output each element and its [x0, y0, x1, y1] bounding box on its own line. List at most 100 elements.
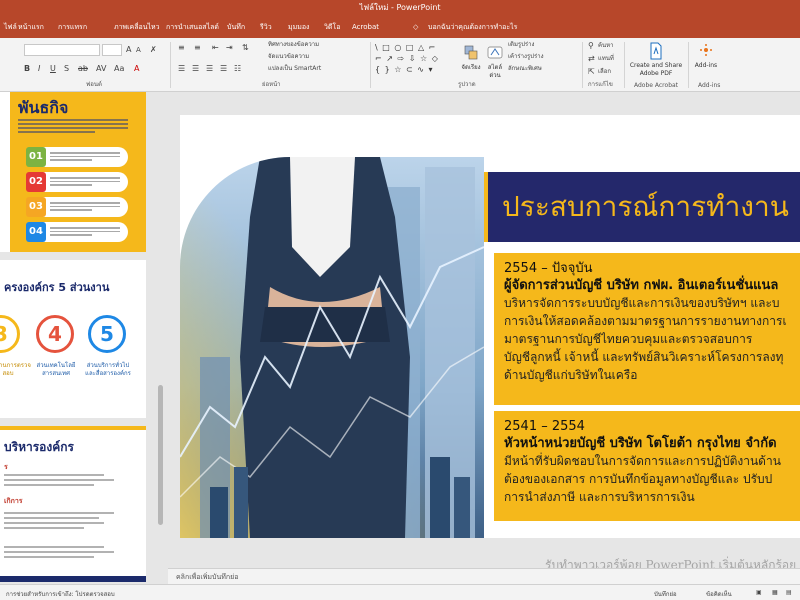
entry-desc-line: มีหน้าที่รับผิดชอบในการจัดการและการปฏิบั… [504, 454, 781, 468]
find-button[interactable]: ค้นหา [598, 42, 613, 50]
slide-heading[interactable]: ประสบการณ์การทำงาน [502, 185, 789, 229]
align-right-icon[interactable]: ☰ [206, 64, 213, 74]
replace-icon[interactable]: ⇄ [588, 54, 595, 64]
tab-insert[interactable]: การแทรก [58, 20, 87, 34]
arrange-icon [464, 45, 478, 60]
create-pdf-button[interactable]: Create and Share Adobe PDF [628, 42, 684, 78]
italic-icon[interactable]: I [38, 64, 40, 74]
thumb1-number: 03 [26, 197, 46, 217]
thumb3-line [4, 522, 104, 524]
arrange-button[interactable]: จัดเรียง [458, 44, 484, 72]
thumb3-line [4, 546, 104, 548]
heading-accent [484, 172, 488, 242]
quick-styles-button[interactable]: สไตล์ด่วน [484, 44, 506, 80]
divider [624, 42, 625, 88]
experience-box-2[interactable]: 2541 – 2554 หัวหน้าหน่วยบัญชี บริษัท โตโ… [494, 411, 800, 521]
drawing-group-label: รูปวาด [458, 81, 476, 88]
font-name-box[interactable] [24, 44, 100, 56]
thumb3-line [4, 556, 94, 558]
spacing-icon[interactable]: AV [96, 64, 106, 74]
numbering-icon[interactable]: ≡ [194, 43, 201, 53]
select-button[interactable]: เลือก [598, 68, 611, 76]
accessibility-status[interactable]: การช่วยสำหรับการเข้าถึง: โปรดตรวจสอบ [6, 589, 115, 599]
shapes-gallery[interactable]: \ □ ○ □ △ ⌐ ⌐ ↗ ⇨ ⇩ ☆ ◇{ } ☆ ⊂ ∿ ▾ [375, 42, 455, 76]
thumb3-line [4, 512, 114, 514]
tab-video[interactable]: วิดีโอ [324, 20, 340, 34]
find-icon[interactable]: ⚲ [588, 41, 594, 51]
entry-desc-line: มาตรฐานการบัญชีไทยควบคุมและตรวจสอบการ [504, 332, 753, 346]
tab-review[interactable]: รีวิว [260, 20, 272, 34]
addins-button[interactable]: Add-ins [692, 42, 720, 70]
slide-thumbnail-2[interactable]: ครงองค์กร 5 ส่วนงาน 3 4 5 ส่วนงานการตรวจ… [0, 260, 146, 418]
quick-styles-label: สไตล์ด่วน [487, 64, 503, 79]
reading-view-icon[interactable]: ▤ [786, 589, 792, 596]
shape-fill-button[interactable]: เติมรูปร่าง [508, 41, 534, 49]
decrease-indent-icon[interactable]: ⇤ [212, 43, 219, 53]
columns-icon[interactable]: ☷ [234, 64, 241, 74]
thumb1-title: พันธกิจ [18, 98, 69, 117]
paragraph-group-label: ย่อหน้า [262, 81, 281, 88]
normal-view-icon[interactable]: ▣ [756, 589, 762, 596]
experience-box-1[interactable]: 2554 – ปัจจุบัน ผู้จัดการส่วนบัญชี บริษั… [494, 253, 800, 405]
shadow-icon[interactable]: S [64, 64, 69, 74]
thumb3-line [4, 484, 94, 486]
line-spacing-icon[interactable]: ⇅ [242, 43, 249, 53]
editing-group-label: การแก้ไข [588, 81, 613, 88]
entry-year: 2554 – ปัจจุบัน [504, 261, 593, 276]
tab-slideshow[interactable]: การนำเสนอสไลด์ [166, 20, 219, 34]
shrink-font-icon[interactable]: A [136, 45, 141, 55]
shape-outline-button[interactable]: เค้าร่างรูปร่าง [508, 53, 544, 61]
divider [170, 42, 171, 88]
tab-view[interactable]: มุมมอง [288, 20, 309, 34]
bold-icon[interactable]: B [24, 64, 30, 74]
tab-acrobat[interactable]: Acrobat [352, 20, 379, 34]
notes-pane[interactable]: คลิกเพื่อเพิ่มบันทึกย่อ [168, 568, 800, 584]
grow-font-icon[interactable]: A [126, 45, 131, 55]
align-center-icon[interactable]: ☰ [192, 64, 199, 74]
businesswoman-photo [180, 157, 484, 538]
select-icon[interactable]: ⇱ [588, 67, 595, 77]
thumb2-label-4: ส่วนเทคโนโลยีสารสนเทศ [36, 362, 76, 377]
slide-thumbnail-3[interactable]: บริหารองค์กร ร เกิการ [0, 426, 146, 582]
font-size-box[interactable] [102, 44, 122, 56]
thumbnail-scroll-thumb[interactable] [158, 385, 163, 525]
addins-group-label: Add-ins [698, 82, 721, 89]
underline-icon[interactable]: U [50, 64, 56, 74]
lightbulb-icon: ◇ [413, 23, 419, 31]
tab-animations[interactable]: ภาพเคลื่อนไหว [114, 20, 160, 34]
thumb2-circle-5: 5 [88, 315, 126, 353]
entry-desc-line: บริหารจัดการระบบบัญชีและการเงินของบริษัท… [504, 296, 780, 310]
thumb3-heading-b: เกิการ [4, 497, 23, 505]
justify-icon[interactable]: ☰ [220, 64, 227, 74]
bullets-icon[interactable]: ≡ [178, 43, 185, 53]
notes-toggle[interactable]: บันทึกย่อ [654, 589, 677, 599]
shape-effects-button[interactable]: ลักษณะพิเศษ [508, 65, 542, 73]
thumb3-line [4, 479, 114, 481]
case-icon[interactable]: Aa [114, 64, 124, 74]
font-color-icon[interactable]: A [134, 64, 139, 74]
entry-desc-line: ต้องของเอกสาร การบันทึกข้อมูลทางบัญชีและ… [504, 472, 773, 486]
comments-toggle[interactable]: ข้อคิดเห็น [706, 589, 732, 599]
thumb3-line [4, 474, 104, 476]
replace-button[interactable]: แทนที่ [598, 55, 614, 63]
clear-format-icon[interactable]: ✗ [150, 45, 157, 55]
thumb3-title: บริหารองค์กร [4, 440, 74, 454]
sorter-view-icon[interactable]: ▦ [772, 589, 778, 596]
increase-indent-icon[interactable]: ⇥ [226, 43, 233, 53]
tab-record[interactable]: บันทึก [227, 20, 245, 34]
thumb3-line [4, 551, 114, 553]
slide-thumbnail-1[interactable]: พันธกิจ 01 02 03 04 [0, 92, 146, 252]
align-left-icon[interactable]: ☰ [178, 64, 185, 74]
text-direction-button[interactable]: ทิศทางของข้อความ [268, 41, 319, 49]
tab-file[interactable]: ไฟล์ [4, 20, 17, 34]
strikethrough-icon[interactable]: ab [78, 64, 88, 74]
align-text-button[interactable]: จัดแนวข้อความ [268, 53, 309, 61]
tell-me-search[interactable]: บอกฉันว่าคุณต้องการทำอะไร [428, 20, 517, 34]
thumb1-paragraph [18, 119, 128, 133]
current-slide[interactable]: ประสบการณ์การทำงาน 2554 – ปัจจุบัน ผู้จั… [180, 115, 800, 538]
tab-home[interactable]: หน้าแรก [18, 20, 44, 36]
thumb2-label-5: ส่วนบริการทั่วไปและสื่อสารองค์กร [85, 362, 131, 377]
convert-smartart-button[interactable]: แปลงเป็น SmartArt [268, 65, 321, 73]
entry-role: ผู้จัดการส่วนบัญชี บริษัท กฟผ. อินเตอร์เ… [504, 278, 779, 293]
thumb1-lines [50, 175, 120, 188]
